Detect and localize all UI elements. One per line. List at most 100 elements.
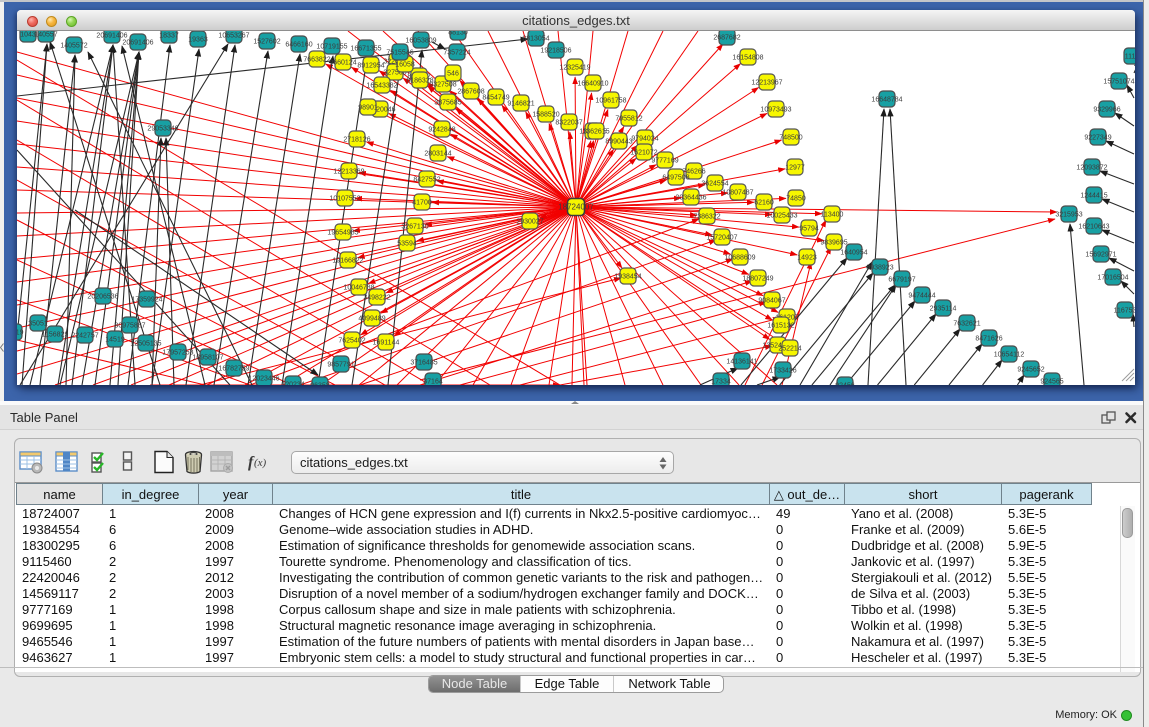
svg-text:20691406: 20691406 [122,40,153,47]
svg-text:6497508: 6497508 [662,175,689,182]
svg-text:3498222: 3498222 [363,295,390,302]
svg-text:1405572: 1405572 [60,43,87,50]
svg-text:17359924: 17359924 [131,297,162,304]
svg-text:1938454: 1938454 [614,274,641,281]
svg-text:10025433: 10025433 [766,213,797,220]
svg-text:6466160: 6466160 [285,42,312,49]
svg-text:748500: 748500 [779,135,802,142]
svg-text:16640910: 16640910 [577,81,608,88]
svg-text:41700: 41700 [412,200,432,207]
svg-text:9227349: 9227349 [1084,135,1111,142]
svg-text:1621072: 1621072 [630,150,657,157]
svg-text:9660124: 9660124 [329,60,356,67]
svg-text:8322037: 8322037 [555,120,582,127]
svg-text:10719155: 10719155 [316,44,347,51]
svg-text:1733426: 1733426 [769,368,796,375]
svg-text:16671355: 16671355 [350,46,381,53]
svg-text:7386322: 7386322 [693,214,720,221]
svg-text:12505135: 12505135 [130,341,161,348]
svg-text:120234: 120234 [281,382,304,386]
svg-text:30975887: 30975887 [114,323,145,330]
svg-text:39119: 39119 [17,330,24,337]
svg-text:12325419: 12325419 [559,65,590,72]
svg-text:546: 546 [447,71,459,78]
svg-text:20364436: 20364436 [675,195,706,202]
svg-text:96358: 96358 [310,383,330,386]
svg-text:16648784: 16648784 [871,97,902,104]
svg-text:2935114: 2935114 [930,306,957,313]
svg-text:2803144: 2803144 [424,151,451,158]
svg-text:18724007: 18724007 [558,203,594,212]
svg-text:1588520: 1588520 [532,112,559,119]
svg-text:16782759: 16782759 [218,366,249,373]
svg-text:12023446: 12023446 [248,376,279,383]
svg-text:2930027: 2930027 [516,219,543,226]
svg-text:1362615: 1362615 [582,129,609,136]
svg-text:3716485: 3716485 [410,360,437,367]
svg-text:15692971: 15692971 [1085,252,1116,259]
svg-text:(x): (x) [254,457,267,469]
svg-text:16058: 16058 [395,62,415,69]
svg-text:18807249: 18807249 [742,276,773,283]
svg-text:9327508: 9327508 [429,82,456,89]
svg-text:3215953: 3215953 [1055,212,1082,219]
svg-text:1527602: 1527602 [253,39,280,46]
svg-text:1691144: 1691144 [373,340,400,347]
svg-text:9794024: 9794024 [631,136,658,143]
svg-text:10654112: 10654112 [994,352,1025,359]
svg-text:924565: 924565 [1040,379,1063,386]
svg-text:252214: 252214 [778,346,801,353]
svg-text:18337: 18337 [159,33,179,40]
svg-text:29053346: 29053346 [147,126,178,133]
svg-text:35051: 35051 [28,321,48,328]
svg-text:1640954: 1640954 [840,250,867,257]
svg-text:116753: 116753 [1114,308,1135,315]
svg-text:95794: 95794 [799,226,819,233]
svg-text:7625402: 7625402 [338,338,365,345]
svg-text:8912954: 8912954 [357,63,384,70]
svg-text:2687682: 2687682 [713,35,740,42]
svg-text:10107552: 10107552 [329,196,360,203]
svg-text:74850: 74850 [786,196,806,203]
svg-text:2867608: 2867608 [457,89,484,96]
svg-text:9474444: 9474444 [908,293,935,300]
svg-text:7955812: 7955812 [615,116,642,123]
svg-text:1615132: 1615132 [767,323,794,330]
svg-text:15751074: 15751074 [1103,79,1134,86]
svg-text:2718126: 2718126 [343,137,370,144]
svg-text:10958107: 10958107 [192,355,223,362]
svg-text:9245652: 9245652 [1017,367,1044,374]
svg-text:62160: 62160 [754,200,774,207]
svg-text:1156829: 1156829 [42,332,69,339]
svg-text:17957253: 17957253 [162,350,193,357]
svg-text:10653267: 10653267 [218,33,249,40]
svg-text:6679197: 6679197 [888,277,915,284]
svg-text:8813054: 8813054 [522,36,549,43]
svg-text:8938923: 8938923 [866,265,893,272]
svg-text:3267130: 3267130 [401,224,428,231]
svg-text:7632621: 7632621 [953,321,980,328]
svg-text:92456: 92456 [835,383,855,386]
svg-text:19654985: 19654985 [327,230,358,237]
svg-text:9857791: 9857791 [327,362,354,369]
svg-text:12093872: 12093872 [1076,165,1107,172]
svg-text:9839695: 9839695 [820,240,847,247]
svg-text:14519: 14519 [105,337,125,344]
svg-text:12977: 12977 [785,165,805,172]
svg-text:17016504: 17016504 [1097,275,1128,282]
svg-text:10961758: 10961758 [595,98,626,105]
svg-text:88130: 88130 [448,31,468,37]
svg-text:9329966: 9329966 [1093,107,1120,114]
svg-text:1112: 1112 [1125,54,1135,61]
svg-text:9777169: 9777169 [651,158,678,165]
svg-text:12213369: 12213369 [333,169,364,176]
svg-text:3875685: 3875685 [434,100,461,107]
svg-text:16210643: 16210643 [1078,224,1109,231]
svg-text:17334: 17334 [711,379,731,386]
svg-text:1244415: 1244415 [1080,193,1107,200]
svg-text:16053809: 16053809 [405,38,436,45]
svg-text:53594: 53594 [397,241,417,248]
svg-text:16543382: 16543382 [366,83,397,90]
svg-text:98901: 98901 [358,105,378,112]
svg-text:10688609: 10688609 [724,255,755,262]
